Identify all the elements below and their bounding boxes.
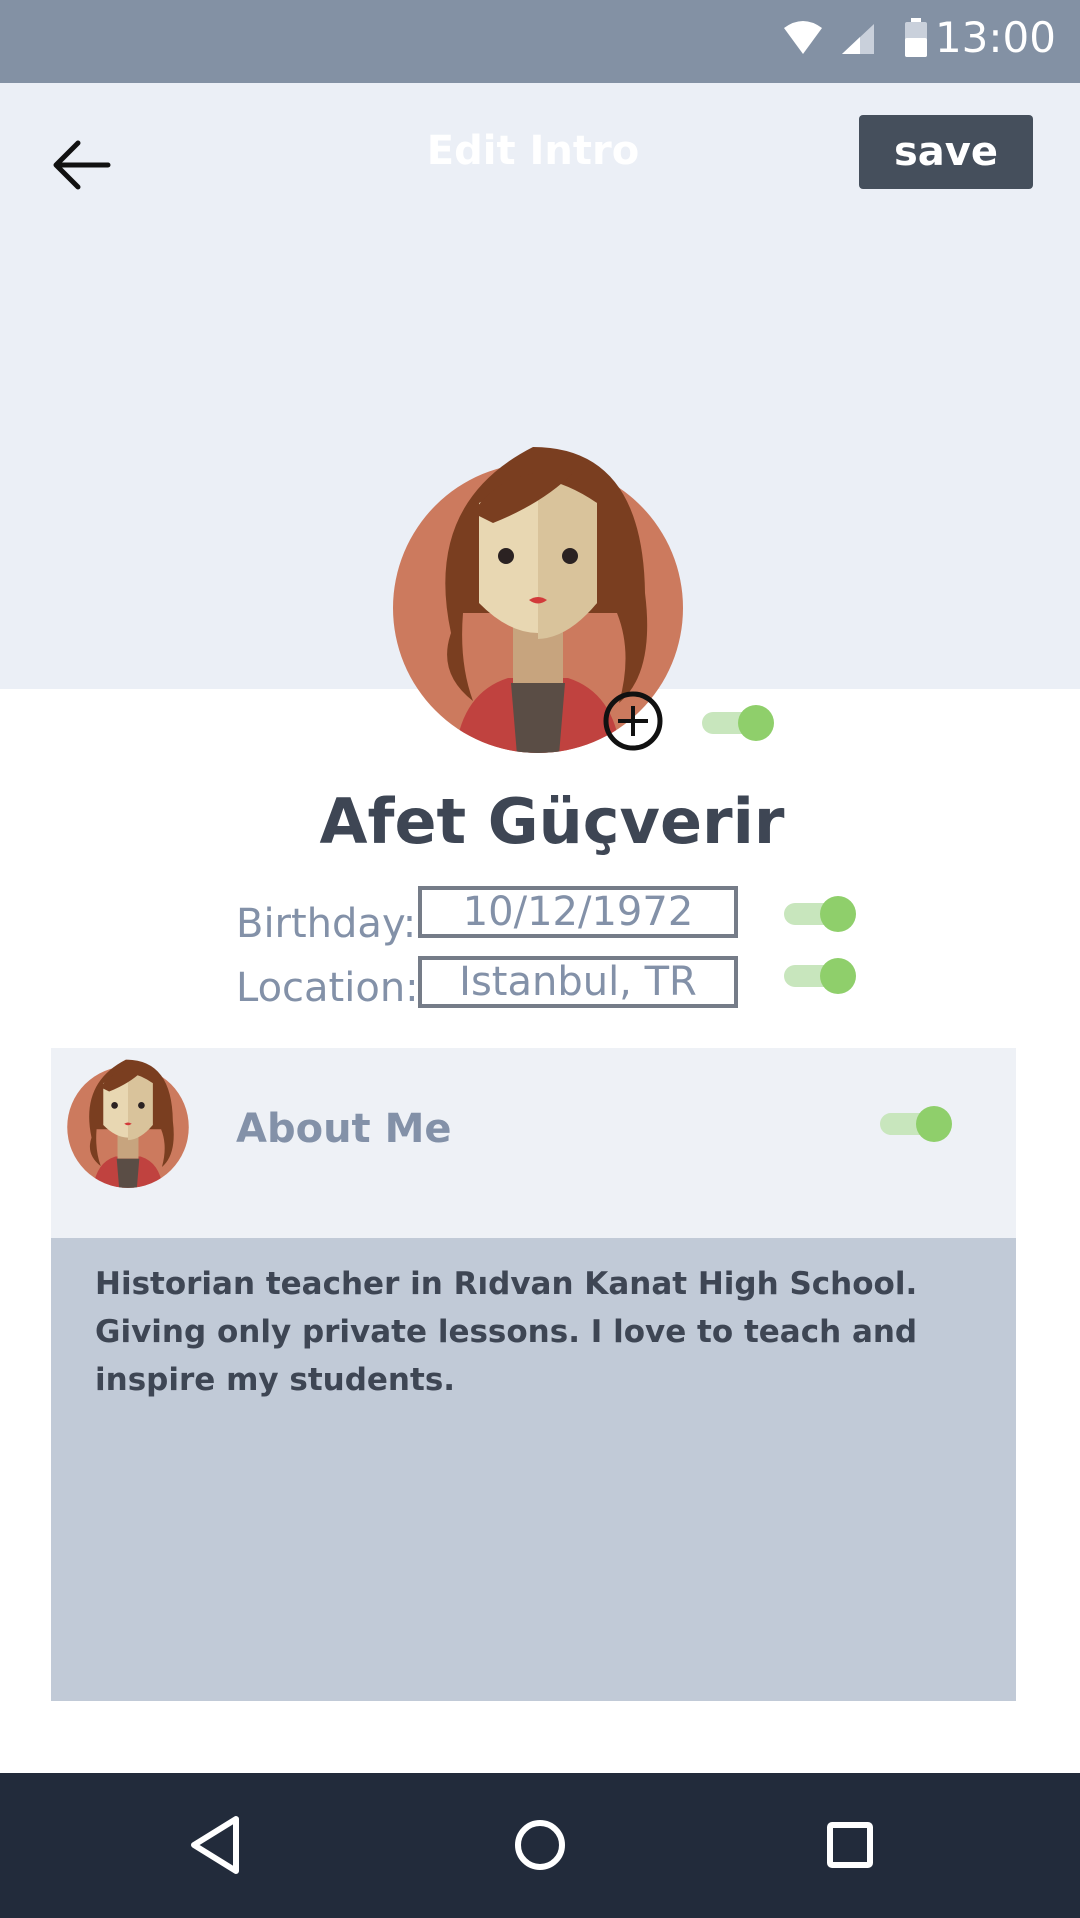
signal-icon [842,24,874,54]
location-field[interactable]: Istanbul, TR [418,956,738,1008]
nav-back-button[interactable] [176,1805,256,1885]
toggle-thumb [916,1106,952,1142]
photo-visibility-toggle[interactable] [702,705,774,741]
nav-home-button[interactable] [500,1805,580,1885]
status-bar: 13:00 [0,0,1080,83]
nav-recents-button[interactable] [810,1805,890,1885]
about-me-header [51,1048,1016,1238]
birthday-label: Birthday: [236,901,417,947]
home-circle-icon [515,1820,565,1870]
navigation-bar [0,1773,1080,1918]
add-photo-button[interactable] [602,690,664,752]
profile-name: Afet Güçverir [319,785,785,858]
toggle-thumb [738,705,774,741]
back-triangle-icon [191,1816,239,1874]
location-label: Location: [236,965,419,1011]
wifi-icon [784,21,822,54]
birthday-field[interactable]: 10/12/1972 [418,886,738,938]
recents-square-icon [827,1822,873,1868]
status-time: 13:00 [934,13,1056,62]
plus-circle-icon [603,691,663,751]
about-avatar [67,1059,189,1188]
toggle-thumb [820,896,856,932]
location-visibility-toggle[interactable] [784,958,856,994]
toggle-thumb [820,958,856,994]
about-me-text[interactable]: Historian teacher in Rıdvan Kanat High S… [95,1260,995,1404]
about-me-title: About Me [236,1106,452,1152]
birthday-visibility-toggle[interactable] [784,896,856,932]
battery-icon [905,18,927,57]
save-button[interactable]: save [859,115,1033,189]
about-visibility-toggle[interactable] [880,1106,952,1142]
